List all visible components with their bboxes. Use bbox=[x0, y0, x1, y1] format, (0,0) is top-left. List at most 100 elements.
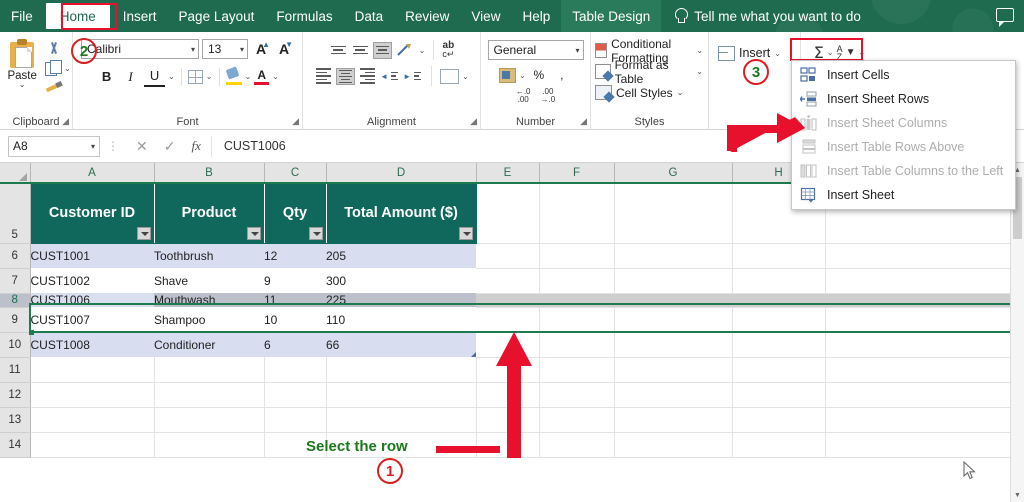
tab-review[interactable]: Review bbox=[394, 0, 460, 32]
cell-overflow8[interactable] bbox=[825, 293, 1010, 308]
column-header-g[interactable]: G bbox=[614, 163, 733, 184]
align-middle-button[interactable] bbox=[351, 42, 370, 59]
row-header-13[interactable]: 13 bbox=[0, 407, 31, 433]
chevron-down-icon[interactable]: ⌄ bbox=[677, 88, 684, 97]
sort-filter-icon[interactable]: A Z bbox=[837, 44, 843, 61]
cell-h11[interactable] bbox=[732, 357, 826, 383]
format-as-table-button[interactable]: Format as Table ⌄ bbox=[595, 58, 703, 86]
chevron-down-icon[interactable]: ⌄ bbox=[827, 48, 834, 57]
italic-button[interactable]: I bbox=[120, 66, 141, 87]
table-row-selected[interactable]: 8 CUST1006 Mouthwash 11 225 bbox=[0, 293, 1010, 308]
merge-and-center-icon[interactable] bbox=[440, 68, 460, 84]
chevron-down-icon[interactable]: ⌄ bbox=[696, 46, 703, 55]
cell-overflow9[interactable] bbox=[825, 307, 1011, 333]
cut-icon[interactable] bbox=[45, 41, 63, 57]
table-cell[interactable]: 205 bbox=[326, 243, 476, 268]
cell-d13[interactable] bbox=[326, 407, 477, 433]
tab-insert[interactable]: Insert bbox=[112, 0, 168, 32]
row-header-11[interactable]: 11 bbox=[0, 357, 31, 383]
chevron-down-icon[interactable]: ⌄ bbox=[774, 49, 781, 58]
cell-f6[interactable] bbox=[539, 243, 615, 269]
table-header-total-amount[interactable]: Total Amount ($) bbox=[326, 183, 477, 244]
table-cell[interactable]: 110 bbox=[326, 307, 476, 332]
font-dialog-launcher[interactable]: ◢ bbox=[292, 116, 299, 127]
cell-h13[interactable] bbox=[732, 407, 826, 433]
font-size-box[interactable]: 13 ▾ bbox=[202, 39, 248, 59]
column-header-f[interactable]: F bbox=[539, 163, 615, 184]
table-cell[interactable]: 12 bbox=[264, 243, 326, 268]
chevron-down-icon[interactable]: ▾ bbox=[191, 45, 195, 54]
table-cell[interactable]: Toothbrush bbox=[154, 243, 264, 268]
format-painter-icon[interactable] bbox=[45, 79, 63, 95]
decrease-decimal-button[interactable]: .00 →.0 bbox=[541, 88, 556, 104]
chevron-down-icon[interactable]: ⌄ bbox=[272, 72, 279, 81]
cell-h7[interactable] bbox=[732, 268, 826, 294]
cell-g8[interactable] bbox=[614, 293, 732, 308]
table-cell[interactable]: CUST1007 bbox=[30, 307, 154, 332]
cell-f9[interactable] bbox=[539, 307, 615, 333]
align-top-button[interactable] bbox=[329, 42, 348, 59]
cell-e6[interactable] bbox=[476, 243, 540, 269]
table-cell[interactable]: CUST1002 bbox=[30, 268, 154, 293]
bold-button[interactable]: B bbox=[96, 66, 117, 87]
cell-f10[interactable] bbox=[539, 332, 615, 358]
table-cell[interactable]: Mouthwash bbox=[154, 293, 264, 307]
tab-page-layout[interactable]: Page Layout bbox=[168, 0, 266, 32]
cell-a13[interactable] bbox=[30, 407, 155, 433]
cell-g13[interactable] bbox=[614, 407, 733, 433]
enter-icon[interactable]: ✓ bbox=[164, 138, 176, 155]
chevron-down-icon[interactable]: ⌄ bbox=[419, 46, 426, 55]
cell-d12[interactable] bbox=[326, 382, 477, 408]
increase-font-size-button[interactable]: A ▲ bbox=[251, 39, 271, 59]
cell-h6[interactable] bbox=[732, 243, 826, 269]
table-header-customer-id[interactable]: Customer ID bbox=[30, 183, 155, 244]
table-row[interactable]: 6 CUST1001 Toothbrush 12 205 bbox=[0, 243, 1011, 269]
column-header-b[interactable]: B bbox=[154, 163, 265, 184]
menu-item-insert-sheet-rows[interactable]: Insert Sheet Rows bbox=[792, 87, 1015, 111]
cell-f12[interactable] bbox=[539, 382, 615, 408]
align-bottom-button[interactable] bbox=[372, 41, 392, 59]
alignment-dialog-launcher[interactable]: ◢ bbox=[470, 116, 477, 127]
filter-dropdown-icon[interactable] bbox=[308, 226, 323, 240]
font-name-box[interactable]: Calibri ▾ bbox=[81, 39, 199, 59]
chevron-down-icon[interactable]: ⌄ bbox=[462, 72, 469, 81]
row-header-14[interactable]: 14 bbox=[0, 432, 31, 458]
row-header-12[interactable]: 12 bbox=[0, 382, 31, 408]
cell-g7[interactable] bbox=[614, 268, 733, 294]
filter-dropdown-icon[interactable] bbox=[246, 226, 261, 240]
table-cell[interactable]: Conditioner bbox=[154, 332, 264, 357]
table-cell[interactable]: 9 bbox=[264, 268, 326, 293]
row-header-5[interactable]: 5 bbox=[0, 183, 31, 244]
decrease-indent-button[interactable]: ◄ bbox=[380, 68, 400, 85]
cell-a14[interactable] bbox=[30, 432, 155, 458]
cell-c11[interactable] bbox=[264, 357, 327, 383]
cell-a12[interactable] bbox=[30, 382, 155, 408]
chevron-down-icon[interactable]: ⌄ bbox=[168, 72, 175, 81]
cell-c13[interactable] bbox=[264, 407, 327, 433]
cell-e5[interactable] bbox=[476, 183, 540, 244]
cell-b14[interactable] bbox=[154, 432, 265, 458]
cell-g10[interactable] bbox=[614, 332, 733, 358]
selection-fill-handle[interactable] bbox=[29, 330, 34, 335]
cell-e9[interactable] bbox=[476, 307, 540, 333]
number-format-box[interactable]: General ▾ bbox=[487, 40, 584, 60]
chevron-down-icon[interactable]: ⌄ bbox=[245, 72, 252, 81]
vertical-scrollbar[interactable]: ▲ ▼ bbox=[1010, 163, 1024, 502]
cell-overflow13[interactable] bbox=[825, 407, 1011, 433]
cell-g9[interactable] bbox=[614, 307, 733, 333]
comma-style-button[interactable]: , bbox=[552, 66, 572, 84]
cell-f7[interactable] bbox=[539, 268, 615, 294]
cell-f8[interactable] bbox=[539, 293, 614, 308]
tab-help[interactable]: Help bbox=[511, 0, 561, 32]
menu-item-insert-cells[interactable]: Insert Cells bbox=[792, 63, 1015, 87]
row-header-8[interactable]: 8 bbox=[0, 293, 31, 308]
table-row[interactable]: 9 CUST1007 Shampoo 10 110 bbox=[0, 307, 1011, 333]
chevron-down-icon[interactable]: ⌄ bbox=[64, 64, 71, 73]
cell-c12[interactable] bbox=[264, 382, 327, 408]
increase-indent-button[interactable]: ► bbox=[403, 68, 423, 85]
table-cell[interactable]: 66 bbox=[326, 332, 476, 357]
cell-f14[interactable] bbox=[539, 432, 615, 458]
column-header-d[interactable]: D bbox=[326, 163, 477, 184]
cell-h10[interactable] bbox=[732, 332, 826, 358]
borders-icon[interactable] bbox=[187, 69, 203, 84]
